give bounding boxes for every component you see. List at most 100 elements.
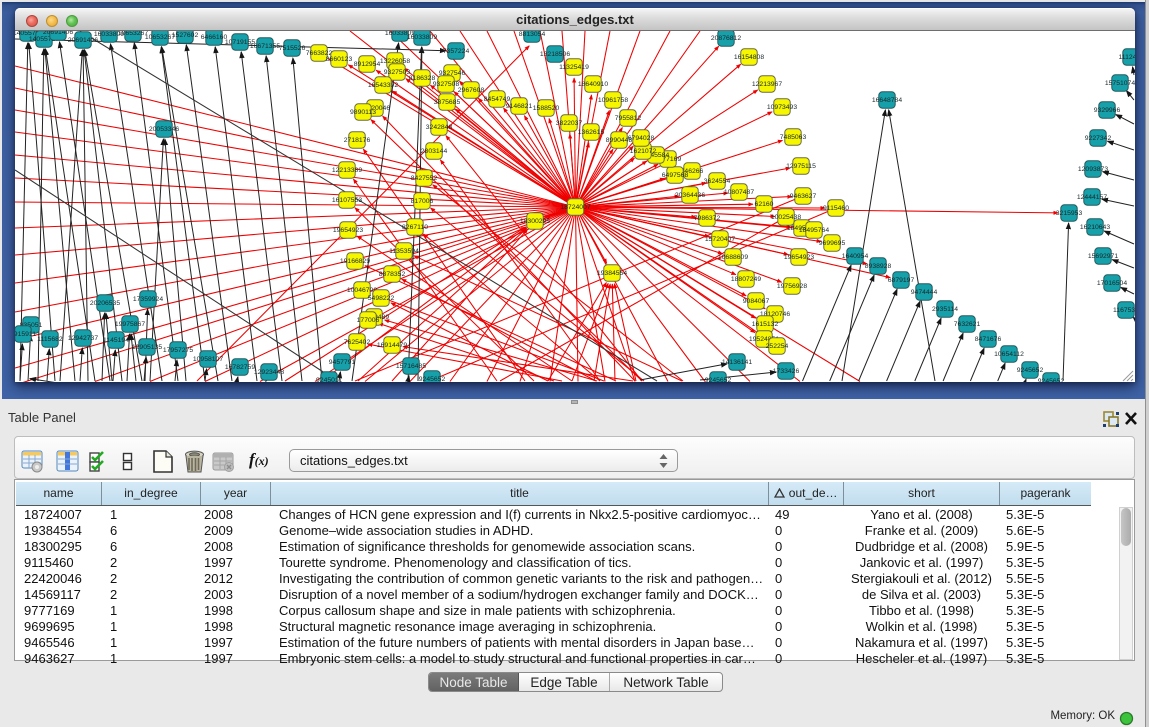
svg-text:20691406: 20691406 (43, 31, 73, 36)
svg-text:10653267: 10653267 (118, 31, 148, 37)
svg-text:15720407: 15720407 (705, 236, 735, 243)
svg-text:252254: 252254 (766, 343, 789, 350)
svg-text:7625402: 7625402 (344, 339, 371, 346)
svg-text:9245652: 9245652 (419, 376, 446, 382)
svg-text:2967608: 2967608 (458, 87, 485, 94)
svg-text:62160: 62160 (755, 201, 774, 208)
svg-text:16543392: 16543392 (368, 82, 398, 89)
svg-text:9463627: 9463627 (790, 193, 817, 200)
svg-text:10958107: 10958107 (193, 356, 223, 363)
svg-text:9245652: 9245652 (705, 377, 732, 382)
svg-text:8938928: 8938928 (865, 263, 892, 270)
svg-text:7485063: 7485063 (780, 134, 807, 141)
svg-text:8878352: 8878352 (379, 271, 406, 278)
svg-text:19166829: 19166829 (340, 258, 370, 265)
svg-text:3822037: 3822037 (556, 120, 583, 127)
svg-text:9474444: 9474444 (911, 289, 938, 296)
svg-text:8912954: 8912954 (354, 61, 381, 68)
svg-text:17957275: 17957275 (163, 347, 193, 354)
svg-text:2935114: 2935114 (932, 306, 958, 313)
svg-text:1115682: 1115682 (37, 336, 63, 343)
svg-text:9699695: 9699695 (819, 240, 846, 247)
svg-text:10807487: 10807487 (724, 189, 754, 196)
svg-text:19756928: 19756928 (777, 283, 807, 290)
svg-text:20691406: 20691406 (68, 37, 98, 44)
svg-text:18807249: 18807249 (731, 276, 761, 283)
svg-text:9084067: 9084067 (743, 298, 770, 305)
svg-text:12444157: 12444157 (1077, 194, 1107, 201)
svg-text:6466160: 6466160 (201, 34, 228, 41)
svg-text:20364436: 20364436 (675, 192, 705, 199)
svg-text:12213967: 12213967 (752, 81, 782, 88)
svg-text:9327508: 9327508 (433, 81, 460, 88)
svg-text:18640910: 18640910 (578, 81, 608, 88)
svg-text:9329966: 9329966 (1094, 107, 1121, 114)
svg-text:1167533: 1167533 (1113, 307, 1135, 314)
svg-text:8471676: 8471676 (975, 336, 1002, 343)
svg-text:7986372: 7986372 (694, 215, 721, 222)
svg-text:8427552: 8427552 (411, 175, 438, 182)
svg-text:14136141: 14136141 (722, 359, 752, 366)
svg-text:12213389: 12213389 (332, 167, 362, 174)
svg-text:1588520: 1588520 (533, 105, 560, 112)
svg-text:9245652: 9245652 (1017, 367, 1044, 374)
svg-text:12975115: 12975115 (786, 163, 816, 170)
svg-text:16154808: 16154808 (734, 54, 764, 61)
svg-text:12923448: 12923448 (254, 369, 284, 376)
svg-text:1733426: 1733426 (773, 368, 800, 375)
svg-text:13218506: 13218506 (540, 51, 570, 58)
svg-text:1362615: 1362615 (578, 129, 605, 136)
svg-text:16914479: 16914479 (377, 342, 407, 349)
svg-text:3915911: 3915911 (15, 331, 36, 338)
svg-text:10961758: 10961758 (598, 97, 628, 104)
svg-text:16210643: 16210643 (1080, 224, 1110, 231)
svg-text:15692971: 15692971 (1088, 253, 1118, 260)
svg-text:9890113: 9890113 (350, 109, 376, 116)
svg-text:7515526: 7515526 (279, 45, 306, 52)
svg-text:9146821: 9146821 (506, 103, 533, 110)
svg-text:11325419: 11325419 (559, 64, 589, 71)
svg-text:8813054: 8813054 (519, 31, 546, 38)
svg-text:6497568: 6497568 (662, 172, 689, 179)
svg-text:5498222: 5498222 (368, 295, 395, 302)
svg-text:177006: 177006 (357, 317, 380, 324)
svg-text:20876812: 20876812 (711, 35, 741, 42)
svg-text:18300295: 18300295 (520, 218, 550, 225)
svg-text:16671355: 16671355 (250, 43, 280, 50)
svg-text:8267110: 8267110 (402, 224, 428, 231)
svg-text:6879197: 6879197 (888, 277, 915, 284)
svg-text:12905135: 12905135 (132, 344, 162, 351)
svg-text:9227342: 9227342 (1085, 135, 1112, 142)
svg-text:7955812: 7955812 (615, 115, 642, 122)
svg-text:19654923: 19654923 (333, 227, 363, 234)
svg-text:2803144: 2803144 (421, 148, 448, 155)
svg-text:12942737: 12942737 (68, 335, 98, 342)
svg-text:9245011: 9245011 (316, 377, 342, 382)
svg-text:1621072: 1621072 (630, 148, 657, 155)
svg-text:9327503: 9327503 (384, 69, 411, 76)
svg-text:18724007: 18724007 (560, 204, 590, 211)
svg-text:11353594: 11353594 (389, 248, 419, 255)
svg-text:16107553: 16107553 (332, 197, 362, 204)
svg-text:17359924: 17359924 (133, 296, 163, 303)
svg-text:7357224: 7357224 (443, 48, 470, 55)
svg-text:1615132: 1615132 (752, 321, 779, 328)
svg-text:10653267: 10653267 (145, 34, 175, 41)
svg-text:3624554: 3624554 (704, 178, 731, 185)
svg-text:19654923: 19654923 (784, 254, 814, 261)
svg-text:19975867: 19975867 (115, 321, 145, 328)
svg-text:16033809: 16033809 (407, 34, 437, 41)
svg-text:8454749: 8454749 (484, 96, 511, 103)
svg-text:1112411: 1112411 (1119, 54, 1135, 61)
svg-text:20053346: 20053346 (149, 126, 179, 133)
svg-text:1145194: 1145194 (103, 337, 129, 344)
svg-text:3242848: 3242848 (426, 124, 453, 131)
svg-text:9115460: 9115460 (823, 205, 849, 212)
svg-text:2718176: 2718176 (344, 137, 371, 144)
svg-text:1640954: 1640954 (842, 253, 869, 260)
svg-text:8186328: 8186328 (409, 75, 436, 82)
svg-text:10654112: 10654112 (994, 351, 1024, 358)
svg-text:16648784: 16648784 (872, 97, 902, 104)
svg-text:16782759: 16782759 (225, 364, 255, 371)
svg-text:12093873: 12093873 (1078, 166, 1108, 173)
